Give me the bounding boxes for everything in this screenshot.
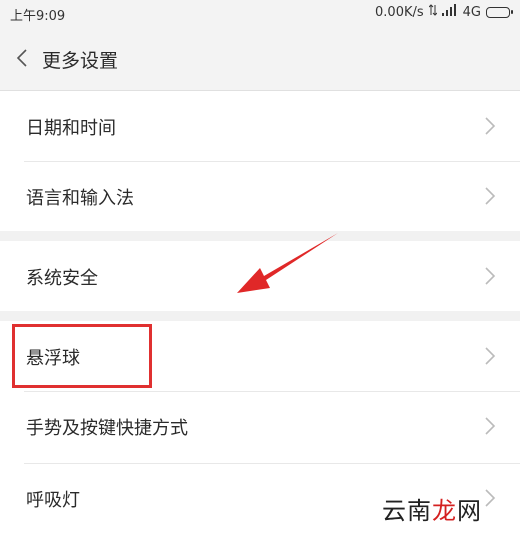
- network-type: 4G: [462, 4, 481, 20]
- status-time: 上午9:09: [10, 9, 66, 24]
- setting-system-security[interactable]: 系统安全: [0, 241, 520, 311]
- network-speed: 0.00K/s: [375, 4, 424, 20]
- watermark-text-red: 龙: [432, 497, 457, 525]
- watermark-text: 网: [457, 497, 482, 525]
- setting-label: 呼吸灯: [26, 490, 80, 511]
- watermark-text: 云南: [382, 497, 432, 525]
- settings-group-2: 系统安全: [0, 241, 520, 311]
- chevron-right-icon: [485, 347, 496, 365]
- status-right: 0.00K/s 4G: [375, 4, 513, 20]
- setting-label: 手势及按键快捷方式: [26, 418, 188, 439]
- watermark: 云南龙网: [382, 491, 482, 526]
- signal-icon: [441, 4, 458, 20]
- page-title: 更多设置: [42, 50, 119, 72]
- chevron-right-icon: [485, 267, 496, 285]
- chevron-right-icon: [485, 117, 496, 135]
- setting-label: 日期和时间: [26, 118, 116, 139]
- setting-language-input[interactable]: 语言和输入法: [0, 161, 520, 231]
- setting-label: 系统安全: [26, 268, 98, 289]
- highlight-box: [12, 324, 152, 388]
- page-header: 更多设置: [0, 26, 520, 91]
- chevron-right-icon: [485, 489, 496, 507]
- setting-date-time[interactable]: 日期和时间: [0, 91, 520, 161]
- chevron-right-icon: [485, 417, 496, 435]
- chevron-left-icon: [16, 49, 27, 67]
- chevron-right-icon: [485, 187, 496, 205]
- status-bar: 上午9:09 0.00K/s 4G: [0, 0, 520, 26]
- setting-gesture-shortcuts[interactable]: 手势及按键快捷方式: [0, 391, 520, 463]
- data-arrows-icon: [428, 4, 437, 20]
- setting-label: 语言和输入法: [26, 188, 134, 209]
- battery-icon: [486, 6, 513, 18]
- settings-group-1: 日期和时间 语言和输入法: [0, 91, 520, 231]
- back-button[interactable]: [8, 42, 36, 74]
